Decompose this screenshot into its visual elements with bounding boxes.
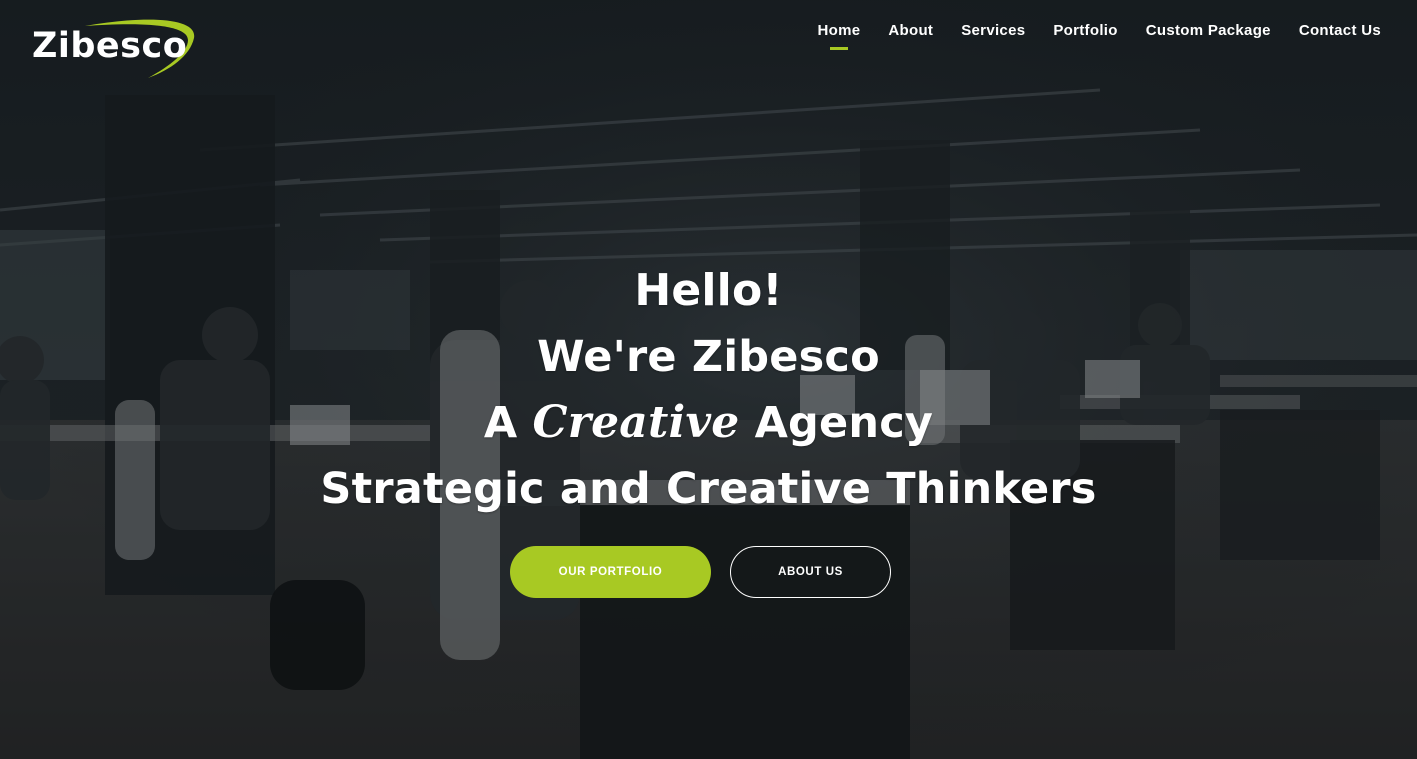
our-portfolio-button[interactable]: OUR PORTFOLIO xyxy=(510,546,711,598)
hero-tagline: A Creative Agency xyxy=(0,390,1417,456)
nav-item-services[interactable]: Services xyxy=(961,20,1025,44)
nav-item-label: Home xyxy=(817,22,861,39)
active-indicator xyxy=(829,47,848,50)
hero-subtitle: Strategic and Creative Thinkers xyxy=(320,464,1097,514)
about-us-button[interactable]: ABOUT US xyxy=(730,546,891,598)
brand-logo[interactable]: Zibesco xyxy=(30,12,200,80)
about-us-button-label: ABOUT US xyxy=(778,566,843,578)
site-header: Zibesco Home About Services Portfolio Cu… xyxy=(0,0,1417,90)
nav-item-contact-us[interactable]: Contact Us xyxy=(1299,20,1381,44)
nav-item-home[interactable]: Home xyxy=(817,20,861,50)
tagline-prefix: A xyxy=(483,398,518,448)
nav-item-label: Portfolio xyxy=(1053,22,1118,39)
tagline-script-word: Creative xyxy=(532,397,740,448)
nav-item-portfolio[interactable]: Portfolio xyxy=(1053,20,1117,44)
our-portfolio-button-label: OUR PORTFOLIO xyxy=(558,566,663,578)
nav-item-label: About xyxy=(888,22,934,39)
hero-headline: Hello! We're Zibesco A Creative Agency S… xyxy=(0,258,1417,522)
nav-item-custom-package[interactable]: Custom Package xyxy=(1146,20,1271,44)
hero-section: Zibesco Home About Services Portfolio Cu… xyxy=(0,0,1417,759)
nav-item-label: Services xyxy=(961,22,1026,39)
brand-name: Zibesco xyxy=(32,26,188,66)
nav-item-label: Contact Us xyxy=(1298,22,1381,39)
nav-item-label: Custom Package xyxy=(1145,22,1271,39)
hero-greeting: Hello! xyxy=(634,265,783,316)
hero-cta-group: OUR PORTFOLIO ABOUT US xyxy=(510,546,891,598)
nav-item-about[interactable]: About xyxy=(888,20,933,44)
main-nav: Home About Services Portfolio Custom Pac… xyxy=(790,20,1381,50)
tagline-suffix: Agency xyxy=(754,398,934,448)
hero-intro: We're Zibesco xyxy=(537,332,880,382)
